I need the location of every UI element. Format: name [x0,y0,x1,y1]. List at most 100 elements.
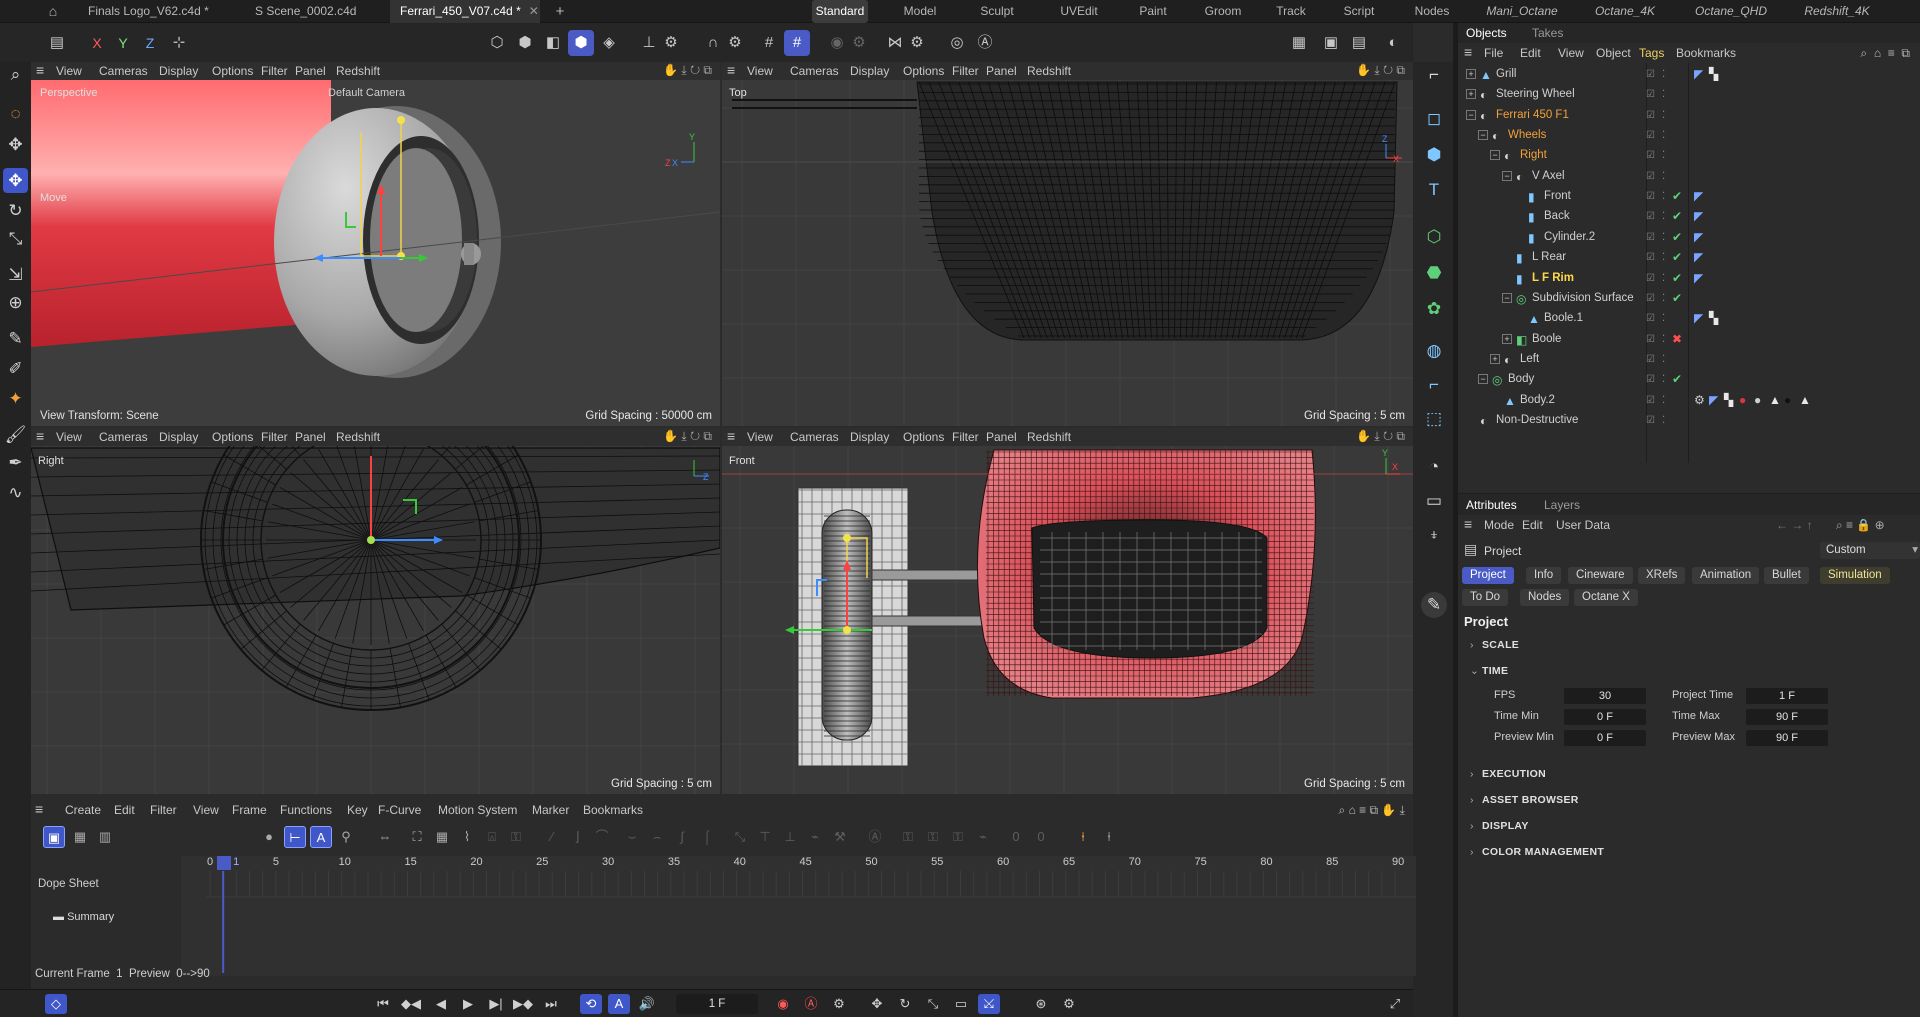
layer-toggle-icon[interactable]: ☑ [1646,273,1655,284]
cube-outline-icon[interactable]: ◻ [1421,106,1447,132]
collapse-icon[interactable]: − [1502,170,1512,181]
collapse-icon[interactable]: − [1478,130,1488,141]
field-icon[interactable]: ⌐ [1421,372,1447,398]
layer-toggle-icon[interactable]: ☑ [1646,374,1655,385]
record-points-icon[interactable]: ⤩ [978,994,1000,1014]
collapse-icon[interactable]: − [1466,109,1476,120]
timeline-menu-item[interactable]: Frame [232,803,267,817]
expand-icon[interactable]: + [1490,353,1500,364]
ease-both-icon[interactable]: ∫ [671,826,693,848]
layer-toggle-icon[interactable]: ☑ [1646,252,1655,263]
layer-toggle-icon[interactable]: ☑ [1646,415,1655,426]
frame-selected-icon[interactable]: ▦ [431,826,453,848]
zero-angle-icon[interactable]: ⊥ [779,826,801,848]
home-icon[interactable]: ⌂ [40,0,66,23]
objects-menu-item[interactable]: Tags [1639,46,1664,60]
preview-max-field[interactable]: 90 F [1746,730,1828,746]
attr-button[interactable]: XRefs [1638,567,1686,584]
file-tab[interactable]: Ferrari_450_V07.c4d * ✕ [390,0,540,23]
viewport-right[interactable]: View Cameras Display Options Filter Panel Reds… [31,428,720,794]
viewport-menu-item[interactable]: Filter [261,430,288,444]
effector-icon[interactable]: ✿ [1421,296,1447,322]
current-frame-field[interactable]: 1 F [676,994,758,1014]
lock-tangent-icon[interactable]: ⊤ [754,826,776,848]
step-tangent-icon[interactable]: ⌋ [566,826,588,848]
spline-icon[interactable]: ⌐ [1421,62,1447,88]
visibility-dots-icon[interactable]: ⁚ [1662,150,1665,161]
play-icon[interactable]: ▶ [457,994,479,1014]
sphere-icon[interactable]: ● [258,826,280,848]
collapse-icon[interactable]: − [1502,292,1512,303]
phong-tag-icon[interactable]: ◤ [1694,271,1703,285]
viewport-menu-item[interactable]: Cameras [790,430,839,444]
record-rotation-icon[interactable]: ↻ [894,994,916,1014]
hamburger-icon[interactable]: ≡ [36,62,44,78]
pen-icon[interactable]: ✎ [1421,592,1447,618]
axis-y-toggle[interactable]: Y [110,30,136,56]
object-row[interactable]: ▮ Front ☑ ⁚ ✔ ◤ [1458,187,1920,207]
visibility-dots-icon[interactable]: ⁚ [1662,313,1665,324]
ghost-icon[interactable]: ⍓ [481,826,503,848]
gear-tag-icon[interactable]: ⚙ [1694,393,1705,407]
object-row[interactable]: ◐ Non-Destructive ☑ ⁚ [1458,411,1920,431]
layout-tab[interactable]: Redshift_4K [1800,0,1874,23]
previous-key-icon[interactable]: ◆◀ [400,994,422,1014]
spline-tools-icon[interactable]: ✦ [3,386,28,411]
phong-tag-icon[interactable]: ◤ [1694,209,1703,223]
visibility-dots-icon[interactable]: ⁚ [1662,232,1665,243]
fit-range-icon[interactable]: ⇔ [374,826,396,848]
objects-menu-item[interactable]: View [1558,46,1584,60]
model-mode-icon[interactable]: ⬢ [568,30,594,56]
checker-tag-icon[interactable]: ▚ [1709,67,1718,81]
render-queue-icon[interactable]: ▣ [1318,30,1344,56]
viewport-menu-item[interactable]: Options [903,64,944,78]
layer-toggle-icon[interactable]: ☑ [1646,313,1655,324]
file-tab[interactable]: S Scene_0002.c4d [245,0,385,23]
object-name[interactable]: L F Rim [1532,272,1574,284]
viewport-menu-item[interactable]: Display [850,430,889,444]
tab-attributes[interactable]: Attributes [1466,498,1517,512]
generator-icon[interactable]: ⬡ [1421,224,1447,250]
workplane-snap-icon[interactable]: # [784,30,810,56]
layout-tab[interactable]: Standard [812,0,868,23]
ease-in-icon[interactable]: ⌣ [621,826,643,848]
expand-icon[interactable]: + [1466,89,1476,100]
user-icon[interactable]: ⚲ [335,826,357,848]
redshift-icon[interactable]: ◐ [1380,30,1406,56]
lock-key-icon[interactable]: ⚿ [897,826,919,848]
volume-icon[interactable]: ⬚ [1421,406,1447,432]
hamburger-icon[interactable]: ≡ [35,801,43,817]
camera-icon[interactable]: ▭ [1421,488,1447,514]
break-tangent-icon[interactable]: ⤡ [729,826,751,848]
marker-icon[interactable]: ⍿ [1072,826,1094,848]
viewport-nav-icons[interactable]: ✋ ⤓ ↻ ⧉ [663,429,712,444]
timeline-menu-item[interactable]: Motion System [438,803,517,817]
nav-arrows-icon[interactable]: ← → ↑ [1776,518,1813,532]
layer-toggle-icon[interactable]: ☑ [1646,89,1655,100]
section-color-management[interactable]: › COLOR MANAGEMENT [1470,846,1604,858]
viewport-front[interactable]: View Cameras Display Options Filter Panel Reds… [722,428,1413,794]
deformer-icon[interactable]: ◍ [1421,338,1447,364]
move-tool-icon[interactable]: ✥ [3,168,28,193]
timeline-menu-item[interactable]: Create [65,803,101,817]
scene-icon[interactable]: ◔ [1421,454,1447,480]
record-scale-icon[interactable]: ⤡ [922,994,944,1014]
layer-toggle-icon[interactable]: ☑ [1646,395,1655,406]
tab-takes[interactable]: Takes [1532,26,1563,40]
mute-icon[interactable]: ⌁ [972,826,994,848]
layer-toggle-icon[interactable]: ☑ [1646,171,1655,182]
viewport-menu-item[interactable]: Redshift [1027,430,1071,444]
layer-toggle-icon[interactable]: ☑ [1646,130,1655,141]
zero-key-icon[interactable]: 0 [1005,826,1027,848]
viewport-menu-item[interactable]: Options [212,430,253,444]
snap-settings-icon[interactable]: ⚙ [722,30,748,56]
brush-tool-icon[interactable]: 🖌 [3,422,28,447]
zero-key2-icon[interactable]: 0 [1030,826,1052,848]
search-icon[interactable]: ⌕ [1860,46,1867,60]
lock-time-icon[interactable]: ⚿ [922,826,944,848]
objects-menu-item[interactable]: Object [1596,46,1631,60]
timeline-menu-item[interactable]: View [193,803,219,817]
sound-icon[interactable]: 🔊 [636,994,658,1014]
visibility-dots-icon[interactable]: ⁚ [1662,395,1665,406]
section-time[interactable]: ⌄ TIME [1470,665,1508,677]
